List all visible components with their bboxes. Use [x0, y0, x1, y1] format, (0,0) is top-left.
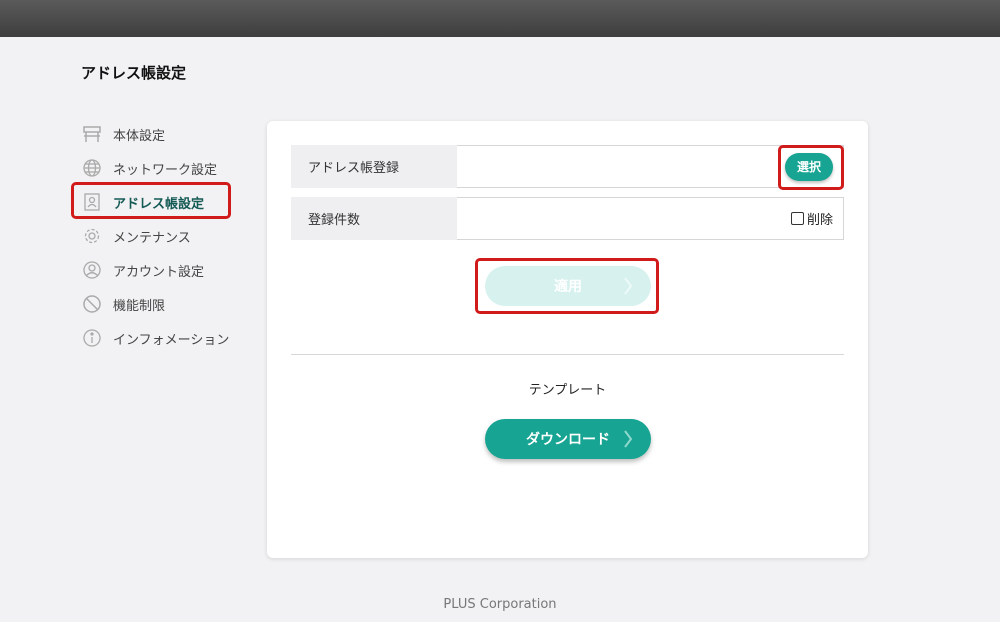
footer-copyright: PLUS Corporation — [443, 597, 557, 612]
apply-button-label: 適用 — [554, 279, 582, 295]
registered-count-row: 登録件数 削除 — [291, 197, 844, 240]
sidebar-item-device-settings[interactable]: 本体設定 — [80, 117, 240, 151]
delete-label: 削除 — [806, 213, 833, 228]
gear-icon — [82, 226, 102, 246]
address-register-row: アドレス帳登録 選択 — [291, 145, 844, 188]
top-bar — [0, 0, 1000, 37]
sidebar-item-label: アドレス帳設定 — [113, 196, 205, 212]
sidebar-item-label: ネットワーク設定 — [113, 162, 218, 178]
sidebar-item-label: 本体設定 — [113, 128, 166, 144]
info-icon — [82, 328, 102, 348]
select-button[interactable]: 選択 — [785, 152, 833, 181]
sidebar-item-information[interactable]: インフォメーション — [80, 321, 240, 355]
address-register-field: 選択 — [457, 145, 844, 188]
globe-icon — [82, 158, 102, 178]
prohibited-icon — [82, 294, 102, 314]
address-register-label: アドレス帳登録 — [291, 145, 457, 188]
divider — [291, 354, 844, 355]
registered-count-label: 登録件数 — [291, 197, 457, 240]
user-icon — [82, 260, 102, 280]
registered-count-field: 削除 — [457, 197, 844, 240]
download-button-label: ダウンロード — [526, 432, 610, 448]
sidebar-item-function-restriction[interactable]: 機能制限 — [80, 287, 240, 321]
address-book-icon — [82, 192, 102, 212]
sidebar-item-address-book[interactable]: アドレス帳設定 — [80, 185, 240, 219]
chevron-right-icon — [623, 276, 633, 300]
sidebar-item-maintenance[interactable]: メンテナンス — [80, 219, 240, 253]
sidebar-item-label: インフォメーション — [113, 332, 230, 348]
sidebar-item-network-settings[interactable]: ネットワーク設定 — [80, 151, 240, 185]
delete-checkbox[interactable]: 削除 — [790, 209, 833, 228]
sidebar-item-label: メンテナンス — [113, 230, 191, 246]
sidebar-item-account-settings[interactable]: アカウント設定 — [80, 253, 240, 287]
apply-button[interactable]: 適用 — [485, 266, 651, 306]
page-title: アドレス帳設定 — [81, 64, 187, 82]
sidebar: 本体設定 ネットワーク設定 アドレス帳設定 メンテナンス アカウント設定 機能制… — [80, 117, 240, 355]
address-book-panel: アドレス帳登録 選択 登録件数 削除 適用 テンプレート ダウンロード — [267, 121, 868, 558]
download-button[interactable]: ダウンロード — [485, 419, 651, 459]
printer-icon — [82, 124, 102, 144]
sidebar-item-label: アカウント設定 — [113, 264, 205, 280]
sidebar-item-label: 機能制限 — [113, 298, 166, 314]
template-label: テンプレート — [528, 383, 607, 398]
checkbox-icon[interactable] — [790, 212, 804, 225]
chevron-right-icon — [623, 429, 633, 453]
